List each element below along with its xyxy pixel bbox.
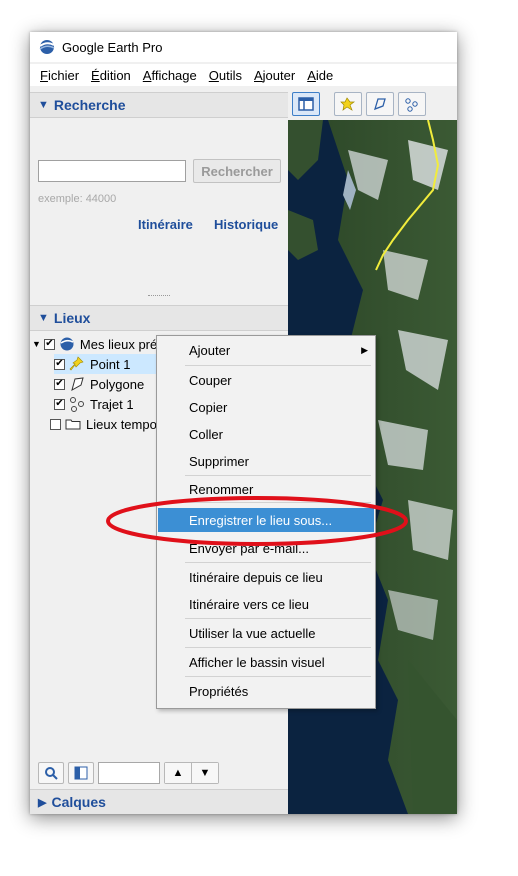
menu-item-copy[interactable]: Copier	[158, 395, 374, 419]
panel-icon	[74, 766, 88, 780]
sidebar-view-button[interactable]	[292, 91, 320, 116]
menu-separator	[185, 647, 371, 648]
search-section-header[interactable]: ▼ Recherche	[30, 92, 288, 118]
menu-item-label: Afficher le bassin visuel	[189, 654, 325, 670]
search-example-text: exemple: 44000	[38, 193, 117, 205]
move-down-arrow-icon[interactable]: ▼	[191, 763, 218, 783]
menu-affichage[interactable]: Affichage	[143, 68, 197, 83]
menu-item-show-viewshed[interactable]: Afficher le bassin visuel	[158, 650, 374, 674]
tree-item-label: Polygone	[90, 376, 145, 392]
magnifier-icon	[45, 767, 58, 780]
expand-arrow-icon: ▶	[38, 796, 47, 809]
earth-icon	[60, 337, 74, 351]
menu-item-use-current-view[interactable]: Utiliser la vue actuelle	[158, 621, 374, 645]
menu-item-label: Itinéraire depuis ce lieu	[189, 569, 323, 585]
search-button[interactable]: Rechercher	[193, 159, 281, 183]
menu-item-label: Itinéraire vers ce lieu	[189, 596, 309, 612]
menu-item-label: Ajouter	[189, 342, 231, 358]
menu-item-label: Propriétés	[189, 683, 249, 699]
menu-separator	[185, 365, 371, 366]
checkbox[interactable]: ✔	[54, 398, 65, 410]
menu-item-send-email[interactable]: Envoyer par e-mail...	[158, 536, 374, 560]
sidebar-toggle-button[interactable]	[68, 762, 94, 784]
menu-item-cut[interactable]: Couper	[158, 368, 374, 392]
menu-item-label: Coller	[189, 426, 223, 442]
menu-item-paste[interactable]: Coller	[158, 422, 374, 446]
search-input[interactable]	[38, 160, 186, 182]
menu-item-delete[interactable]: Supprimer	[158, 449, 374, 473]
add-placemark-icon	[340, 96, 356, 111]
checkbox[interactable]	[50, 418, 61, 430]
menu-item-label: Utiliser la vue actuelle	[189, 625, 316, 641]
google-earth-logo-icon	[39, 40, 55, 54]
menu-edition[interactable]: Édition	[91, 68, 131, 83]
menu-item-label: Supprimer	[189, 453, 249, 469]
tree-item-label: Point 1	[90, 356, 131, 372]
folder-icon	[65, 419, 81, 430]
menu-item-label: Copier	[189, 399, 228, 415]
menu-fichier[interactable]: Fichier	[40, 68, 79, 83]
menu-item-label: Renommer	[189, 481, 254, 497]
menu-aide[interactable]: Aide	[307, 68, 333, 83]
menu-separator	[185, 562, 371, 563]
menu-item-label: Couper	[189, 372, 232, 388]
add-path-icon	[405, 97, 418, 112]
panel-resize-grip[interactable]	[148, 295, 170, 298]
title-bar: Google Earth Pro	[30, 32, 457, 62]
directions-link[interactable]: Itinéraire	[138, 217, 193, 232]
checkbox[interactable]: ✔	[54, 358, 65, 370]
menu-item-properties[interactable]: Propriétés	[158, 679, 374, 703]
window-title: Google Earth Pro	[62, 39, 163, 55]
menu-outils[interactable]: Outils	[209, 68, 242, 83]
menu-item-directions-to[interactable]: Itinéraire vers ce lieu	[158, 592, 374, 616]
polygon-icon	[71, 377, 84, 392]
collapse-arrow-icon: ▼	[38, 99, 49, 111]
tree-item-label: Trajet 1	[90, 396, 134, 412]
search-places-button[interactable]	[38, 762, 64, 784]
menu-separator	[185, 475, 371, 476]
menu-item-label: Envoyer par e-mail...	[189, 540, 309, 556]
menu-separator	[185, 676, 371, 677]
places-filter-input[interactable]	[98, 762, 160, 784]
menu-item-rename[interactable]: Renommer	[158, 477, 374, 501]
places-section-header[interactable]: ▼ Lieux	[30, 305, 288, 331]
menu-item-add[interactable]: Ajouter ▶	[158, 338, 374, 362]
layers-section-header[interactable]: ▶ Calques	[30, 789, 288, 814]
add-path-button[interactable]	[398, 91, 426, 116]
history-link[interactable]: Historique	[214, 217, 278, 232]
map-toolbar	[288, 87, 457, 120]
menu-separator	[185, 502, 371, 503]
move-buttons: ▲ ▼	[164, 762, 219, 784]
checkbox[interactable]: ✔	[54, 378, 65, 390]
places-bottom-toolbar: ▲ ▼	[38, 762, 219, 784]
tree-item-path[interactable]: ✔ Trajet 1	[54, 394, 134, 414]
menu-bar: Fichier Édition Affichage Outils Ajouter…	[30, 64, 457, 86]
places-header-label: Lieux	[53, 310, 91, 326]
menu-item-directions-from[interactable]: Itinéraire depuis ce lieu	[158, 565, 374, 589]
submenu-arrow-icon: ▶	[361, 344, 368, 355]
move-up-arrow-icon[interactable]: ▲	[165, 763, 191, 783]
sidebar-layout-icon	[298, 96, 314, 111]
add-placemark-button[interactable]	[334, 91, 362, 116]
menu-item-save-place-as[interactable]: Enregistrer le lieu sous...	[158, 508, 374, 532]
context-menu: Ajouter ▶ Couper Copier Coller Supprimer…	[156, 335, 376, 709]
layers-header-label: Calques	[51, 794, 106, 810]
menu-separator	[185, 618, 371, 619]
search-header-label: Recherche	[53, 97, 126, 113]
menu-item-label: Enregistrer le lieu sous...	[189, 512, 333, 528]
collapse-arrow-icon: ▼	[38, 312, 49, 324]
add-polygon-button[interactable]	[366, 91, 394, 116]
tree-item-polygon[interactable]: ✔ Polygone	[54, 374, 144, 394]
path-icon	[70, 397, 84, 412]
pushpin-icon	[69, 356, 84, 371]
tree-expand-icon[interactable]: ▼	[32, 339, 41, 349]
checkbox[interactable]: ✔	[43, 338, 55, 350]
menu-ajouter[interactable]: Ajouter	[254, 68, 295, 83]
add-polygon-icon	[374, 97, 386, 110]
